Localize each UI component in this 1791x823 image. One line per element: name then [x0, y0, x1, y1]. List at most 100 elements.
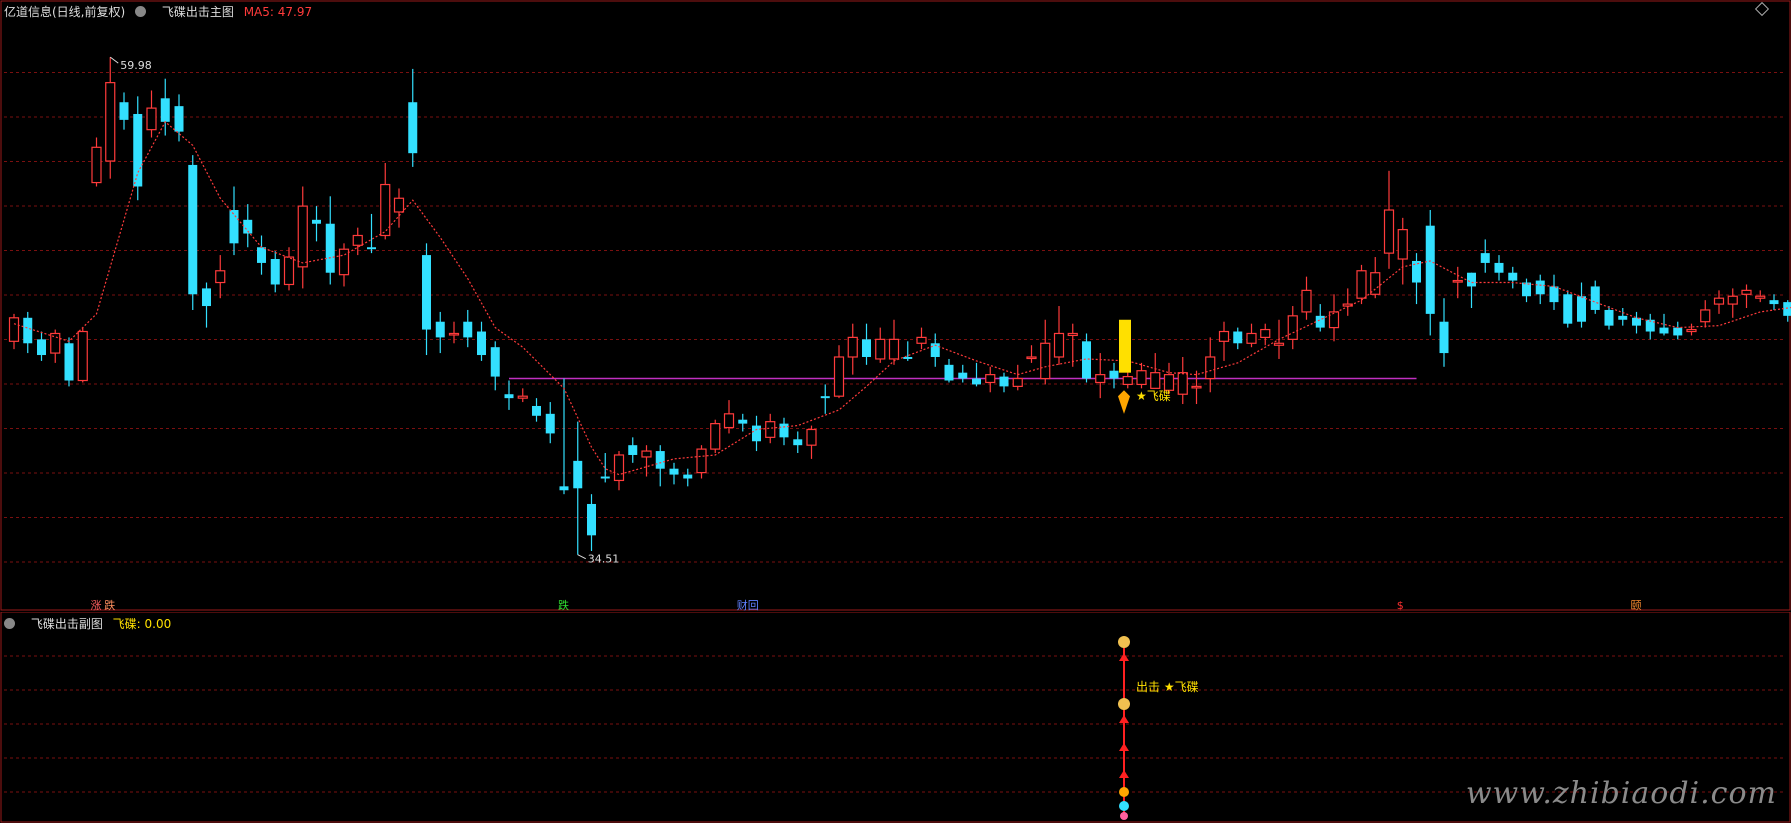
candle-body-down [202, 288, 211, 307]
candle-body-down [779, 423, 789, 438]
signal-label: ★飞碟 [1136, 389, 1171, 403]
candle-body-down [229, 210, 239, 244]
candle-body-up [1755, 295, 1766, 299]
candle-body-down [1535, 280, 1545, 295]
candle-body-down [1109, 370, 1119, 379]
up-arrow-icon [1119, 653, 1129, 661]
up-arrow-icon [1119, 715, 1129, 723]
candlestick-chart: 59.9834.51★飞碟涨跌跌财回 $ 颐 [0, 0, 1791, 612]
candle-body-up [1727, 295, 1738, 305]
signal-bar [1119, 319, 1131, 373]
candle-body-down [820, 396, 830, 399]
candle-body-up [1260, 328, 1271, 338]
candle-body-up [833, 356, 845, 397]
candle-body-up [1026, 356, 1037, 360]
candle-body-down [477, 331, 486, 356]
butterfly-small-icon [1119, 787, 1129, 797]
candle-body-down [1659, 327, 1669, 334]
candle-body-up [1741, 289, 1752, 295]
candle-body-up [1686, 328, 1697, 333]
candle-body-up [1246, 332, 1257, 344]
candle-body-down [1425, 225, 1435, 314]
butterfly-cyan-icon [1119, 801, 1129, 811]
candle-body-down [1549, 286, 1559, 303]
candle-body-up [696, 448, 707, 474]
candle-body-down [463, 321, 473, 338]
candle-body-down [1632, 317, 1641, 326]
sub-signal-label: 出击 ★飞碟 [1136, 680, 1199, 694]
candle-body-down [435, 321, 445, 338]
candle-body-up [1328, 311, 1340, 329]
candle-body-up [1370, 272, 1381, 295]
candle-body-up [888, 338, 900, 360]
candle-body-down [944, 364, 954, 381]
candle-body-up [283, 256, 295, 286]
candle-body-up [1713, 297, 1725, 305]
pink-dot-icon [1120, 812, 1128, 820]
candle-body-down [903, 356, 913, 359]
candle-body-down [573, 460, 583, 489]
candle-body-down [1467, 272, 1476, 287]
candle-body-down [752, 425, 761, 442]
candle-body-up [352, 234, 363, 246]
min-pointer [577, 554, 586, 560]
candle-body-down [1563, 294, 1573, 324]
candle-body-down [119, 102, 129, 120]
candle-body-up [393, 197, 405, 213]
candle-body-down [532, 405, 541, 416]
candle-body-up [517, 395, 528, 399]
candle-body-down [1604, 309, 1614, 326]
main-chart-panel[interactable]: 亿道信息(日线,前复权) 飞碟出击主图 MA5: 47.97 59.98 34.5… [0, 0, 1791, 612]
candle-body-down [793, 439, 803, 446]
candle-body-up [723, 413, 735, 429]
event-label: 财回 [737, 598, 759, 612]
event-label: 跌 [104, 598, 115, 612]
sub-chart-panel[interactable]: 飞碟出击副图 飞碟: 0.00 出击 ★飞碟 www.zhibiaodi.com [0, 612, 1791, 823]
candle-body-down [999, 376, 1009, 387]
money-bag-icon [1118, 636, 1130, 648]
candle-body-up [1205, 356, 1216, 380]
candle-body-up [1067, 332, 1078, 337]
candle-body-down [37, 339, 46, 356]
candle-body-down [1769, 300, 1779, 305]
candle-body-up [338, 248, 350, 276]
up-arrow-icon [1119, 743, 1129, 751]
candle-body-down [862, 339, 871, 357]
candle-body-down [23, 317, 33, 344]
event-label: 涨 [91, 599, 102, 612]
candle-body-up [1012, 377, 1023, 387]
candle-body-down [972, 378, 981, 385]
candle-body-down [312, 219, 321, 224]
candle-body-up [1397, 229, 1408, 260]
candle-body-up [1383, 209, 1395, 254]
event-label: 颐 [1631, 599, 1642, 612]
candle-body-up [1191, 385, 1202, 389]
candle-body-up [641, 450, 652, 458]
candle-body-down [683, 474, 693, 479]
max-pointer [109, 56, 119, 64]
candle-body-down [559, 486, 569, 491]
candle-body-down [1508, 272, 1518, 281]
main-frame [0, 0, 1791, 611]
candle-body-up [146, 107, 157, 131]
candle-body-up [1301, 289, 1312, 313]
candle-body-up [297, 205, 308, 268]
candle-body-up [1122, 375, 1133, 386]
candle-body-up [1218, 330, 1230, 342]
candle-body-up [91, 146, 102, 184]
candle-body-down [958, 372, 968, 379]
candle-body-down [174, 106, 184, 132]
candle-body-down [669, 468, 679, 475]
candle-body-down [270, 259, 280, 285]
event-label: 跌 [558, 598, 569, 612]
candle-body-up [1136, 370, 1147, 386]
candle-body-up [8, 317, 20, 342]
candle-body-down [1618, 315, 1628, 320]
candle-body-up [1095, 374, 1106, 384]
candle-body-up [1053, 332, 1065, 358]
candle-body-up [380, 183, 391, 237]
candle-body-up [985, 374, 996, 384]
candle-body-down [655, 451, 665, 469]
candle-body-down [738, 419, 748, 424]
candle-body-down [1783, 302, 1791, 316]
